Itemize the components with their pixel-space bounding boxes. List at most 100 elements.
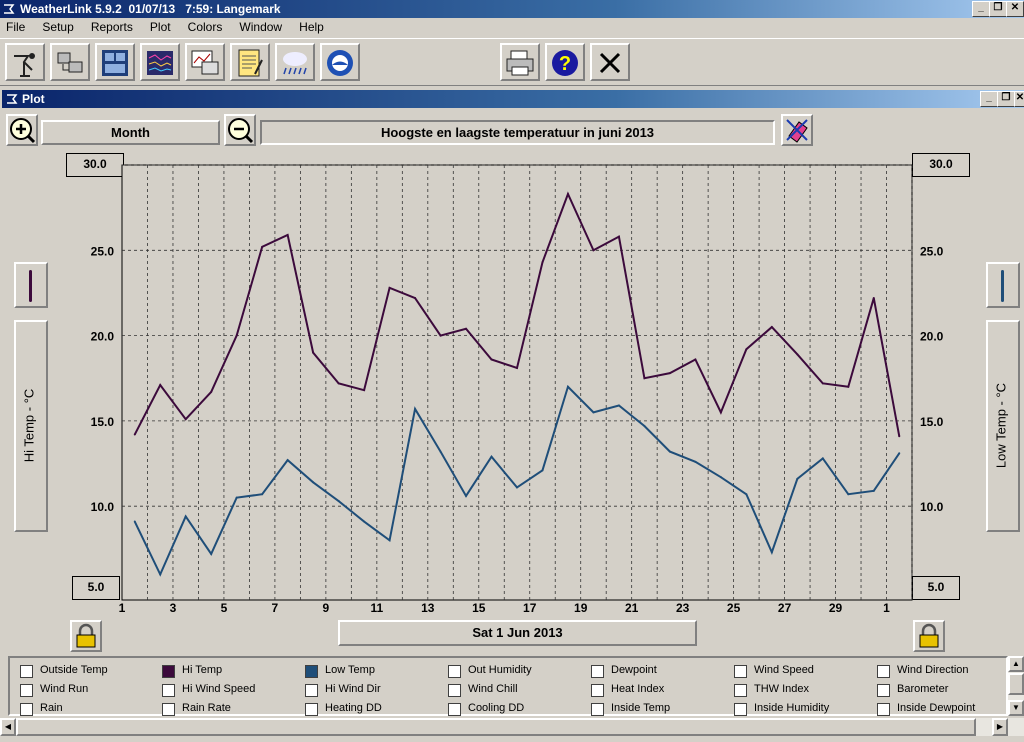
hi-temp-point	[184, 418, 187, 421]
left-y-tick-label: 15.0	[91, 415, 115, 429]
low-temp-point	[872, 489, 875, 492]
hi-temp-point	[516, 367, 518, 369]
low-temp-point	[617, 404, 620, 407]
legend-checkbox[interactable]	[162, 703, 175, 716]
legend-checkbox[interactable]	[162, 665, 175, 678]
legend-label: Outside Temp	[40, 664, 108, 676]
right-lock-button[interactable]	[913, 620, 945, 652]
low-temp-point	[516, 486, 518, 489]
legend-checkbox[interactable]	[591, 665, 604, 678]
legend-checkbox[interactable]	[305, 684, 318, 697]
hi-temp-point	[235, 334, 238, 337]
x-tick-label: 1	[883, 601, 890, 615]
low-temp-point	[261, 493, 264, 496]
x-tick-label: 27	[778, 601, 792, 615]
left-y-tick-label: 10.0	[91, 500, 115, 514]
lock-icon	[919, 623, 939, 648]
low-temp-point	[821, 457, 824, 460]
legend-label: Heat Index	[611, 683, 665, 695]
hi-temp-point	[770, 326, 773, 329]
legend-label: Cooling DD	[468, 702, 525, 714]
legend-grid: Outside Temp Hi Temp Low Temp Out Humidity D…	[10, 658, 1006, 716]
hi-temp-point	[694, 358, 697, 361]
scroll-right-button[interactable]: ▶	[992, 718, 1008, 736]
hi-temp-point	[363, 389, 366, 392]
hi-temp-point	[261, 245, 264, 248]
legend-checkbox[interactable]	[877, 665, 890, 678]
hscroll-thumb[interactable]	[16, 718, 976, 736]
low-temp-point	[719, 476, 722, 479]
low-temp-point	[847, 493, 850, 496]
scroll-up-button[interactable]: ▲	[1008, 656, 1024, 672]
hi-temp-point	[668, 372, 671, 375]
x-tick-label: 19	[574, 601, 588, 615]
x-tick-label: 29	[829, 601, 843, 615]
low-temp-point	[592, 411, 595, 414]
x-tick-label: 5	[221, 601, 228, 615]
legend-label: Wind Run	[40, 683, 89, 695]
low-temp-point	[566, 385, 569, 388]
legend-checkbox[interactable]	[448, 665, 461, 678]
legend-label: Barometer	[897, 683, 949, 695]
legend-label: Out Humidity	[468, 664, 532, 676]
legend-label: Wind Chill	[468, 683, 518, 695]
legend-label: Inside Temp	[611, 702, 671, 714]
hi-temp-point	[617, 235, 620, 238]
legend-checkbox[interactable]	[877, 684, 890, 697]
legend-label: Hi Temp	[182, 664, 223, 676]
date-button[interactable]: Sat 1 Jun 2013	[338, 620, 697, 646]
plot-area	[121, 164, 913, 601]
low-temp-point	[796, 477, 799, 480]
scroll-down-button[interactable]: ▼	[1008, 700, 1024, 716]
x-tick-label: 9	[323, 601, 330, 615]
legend-scrollbar[interactable]: ▲ ▼	[1008, 656, 1024, 716]
hi-temp-point	[388, 286, 391, 289]
low-temp-point	[414, 407, 417, 410]
hi-temp-point	[490, 358, 493, 361]
legend-checkbox[interactable]	[734, 703, 747, 716]
legend-checkbox[interactable]	[877, 703, 890, 716]
low-temp-point	[898, 452, 901, 455]
scroll-thumb[interactable]	[1008, 673, 1024, 695]
hi-temp-point	[719, 411, 722, 414]
legend-checkbox[interactable]	[305, 703, 318, 716]
hi-temp-point	[847, 385, 850, 388]
x-tick-label: 25	[727, 601, 741, 615]
legend-label: Low Temp	[325, 664, 375, 676]
lock-icon	[76, 623, 96, 648]
x-tick-label: 23	[676, 601, 690, 615]
legend-checkbox[interactable]	[20, 684, 33, 697]
legend-checkbox[interactable]	[448, 703, 461, 716]
legend-checkbox[interactable]	[591, 684, 604, 697]
left-lock-button[interactable]	[70, 620, 102, 652]
scroll-left-button[interactable]: ◀	[0, 718, 16, 736]
horizontal-scrollbar[interactable]: ◀ ▶	[0, 718, 1024, 736]
low-temp-point	[210, 552, 213, 555]
legend-checkbox[interactable]	[734, 684, 747, 697]
hi-temp-point	[566, 193, 569, 195]
low-temp-point	[541, 469, 544, 472]
legend-label: Hi Wind Dir	[325, 683, 381, 695]
right-y-tick-label: 20.0	[920, 330, 944, 344]
legend-checkbox[interactable]	[20, 703, 33, 716]
hi-temp-point	[796, 353, 799, 356]
hi-temp-point	[210, 390, 213, 393]
hi-temp-point	[133, 433, 136, 436]
legend-label: Inside Dewpoint	[897, 702, 976, 714]
hi-temp-point	[643, 377, 646, 380]
legend-checkbox[interactable]	[20, 665, 33, 678]
x-tick-label: 21	[625, 601, 639, 615]
legend-checkbox[interactable]	[305, 665, 318, 678]
legend-checkbox[interactable]	[162, 684, 175, 697]
low-temp-point	[439, 450, 442, 453]
right-y-tick-label: 10.0	[920, 500, 944, 514]
legend-label: Rain Rate	[182, 702, 231, 714]
low-temp-point	[694, 460, 697, 463]
legend-checkbox[interactable]	[448, 684, 461, 697]
x-tick-label: 15	[472, 601, 486, 615]
low-temp-point	[388, 539, 391, 542]
legend-label: Rain	[40, 702, 63, 714]
legend-checkbox[interactable]	[734, 665, 747, 678]
right-y-tick-label: 25.0	[920, 244, 944, 258]
legend-checkbox[interactable]	[591, 703, 604, 716]
